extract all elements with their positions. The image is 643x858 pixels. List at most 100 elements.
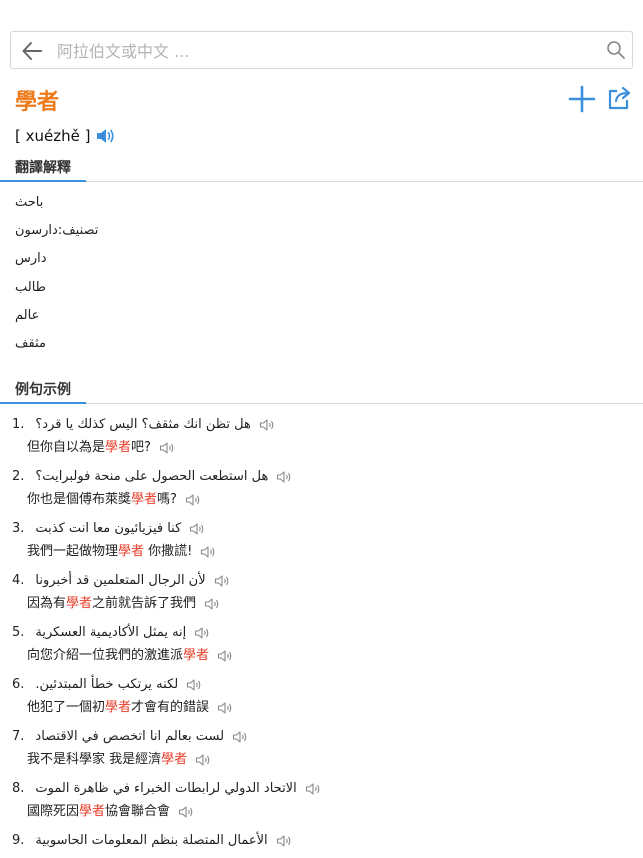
highlighted-term: 學者	[66, 596, 93, 611]
example-item: 4. لأن الرجال المتعلمين قد أخبرونا 因為有學者之前…	[12, 572, 230, 613]
speaker-icon[interactable]	[214, 574, 230, 588]
speaker-icon[interactable]	[95, 127, 115, 145]
headword: 學者	[15, 90, 60, 115]
speaker-icon[interactable]	[185, 493, 201, 507]
example-item: 2. هل استطعت الحصول على منحة فولبرايت؟ 你也是…	[12, 468, 292, 509]
section-underline	[0, 180, 86, 182]
example-number: 1.	[12, 417, 25, 432]
highlighted-term: 學者	[183, 648, 210, 663]
example-chinese-text: 向您介紹一位我們的激進派學者	[27, 647, 209, 665]
example-chinese-line: 因為有學者之前就告訴了我們	[27, 595, 230, 613]
example-item: 8. الاتحاد الدولي لرابطات الخبراء في ظاهر…	[12, 780, 321, 821]
chinese-text-part: 之前就告訴了我們	[92, 596, 197, 611]
share-icon[interactable]	[606, 85, 632, 111]
speaker-icon[interactable]	[159, 441, 175, 455]
speaker-icon[interactable]	[217, 649, 233, 663]
highlighted-term: 學者	[131, 492, 158, 507]
example-arabic-text: الاتحاد الدولي لرابطات الخبراء في ظاهرة …	[35, 781, 297, 796]
example-chinese-line: 我們一起做物理學者 你撒謊!	[27, 543, 216, 561]
example-chinese-text: 我不是科學家 我是經濟學者	[27, 751, 187, 769]
translation-item: عالم	[15, 307, 40, 323]
examples-section-header: 例句示例	[0, 379, 643, 404]
example-arabic-text: الأعمال المتصلة بنظم المعلومات الحاسوبية	[35, 833, 268, 848]
example-number: 3.	[12, 521, 25, 536]
example-arabic-line: 8. الاتحاد الدولي لرابطات الخبراء في ظاهر…	[12, 780, 321, 798]
example-arabic-line: 3. كنا فيزيائيون معا انت كذبت	[12, 520, 216, 538]
example-chinese-text: 但你自以為是學者吧?	[27, 439, 151, 457]
example-chinese-line: 我不是科學家 我是經濟學者	[27, 751, 248, 769]
highlighted-term: 學者	[105, 440, 132, 455]
chinese-text-part: 他犯了一個初	[27, 700, 106, 715]
example-number: 2.	[12, 469, 25, 484]
example-arabic-line: 6. لكنه يرتكب خطأ المبتدئين.	[12, 676, 233, 694]
example-number: 6.	[12, 677, 25, 692]
section-title: 翻譯解釋	[15, 160, 71, 176]
chinese-text-part: 國際死因	[27, 804, 80, 819]
example-chinese-line: 你也是個傅布萊獎學者嗎?	[27, 491, 292, 509]
pinyin: [ xuézhě ]	[15, 127, 91, 145]
example-item: 7. لست بعالم انا اتخصص في الاقتصاد 我不是科學家 …	[12, 728, 248, 769]
speaker-icon[interactable]	[178, 805, 194, 819]
search-bar	[10, 31, 633, 69]
example-chinese-text: 我們一起做物理學者 你撒謊!	[27, 543, 192, 561]
section-underline	[0, 402, 86, 404]
example-chinese-text: 你也是個傅布萊獎學者嗎?	[27, 491, 177, 509]
chinese-text-part: 向您介紹一位我們的激進派	[27, 648, 184, 663]
example-chinese-line: 國際死因學者協會聯合會	[27, 803, 321, 821]
translation-section-header: 翻譯解釋	[0, 157, 643, 182]
example-number: 4.	[12, 573, 25, 588]
example-arabic-text: هل تظن انك مثقف؟ اليس كذلك يا قرد؟	[35, 417, 251, 432]
speaker-icon[interactable]	[195, 753, 211, 767]
chinese-text-part: 嗎?	[157, 492, 177, 507]
example-arabic-line: 4. لأن الرجال المتعلمين قد أخبرونا	[12, 572, 230, 590]
highlighted-term: 學者	[105, 700, 132, 715]
chinese-text-part: 我不是科學家 我是經濟	[27, 752, 162, 767]
speaker-icon[interactable]	[217, 701, 233, 715]
pronunciation: [ xuézhě ]	[15, 127, 115, 145]
speaker-icon[interactable]	[276, 470, 292, 484]
example-number: 9.	[12, 833, 25, 848]
example-number: 5.	[12, 625, 25, 640]
translation-item: دارس	[15, 251, 47, 267]
speaker-icon[interactable]	[194, 626, 210, 640]
highlighted-term: 學者	[79, 804, 106, 819]
example-arabic-text: كنا فيزيائيون معا انت كذبت	[35, 521, 182, 536]
example-chinese-line: 他犯了一個初學者才會有的錯誤	[27, 699, 233, 717]
section-title: 例句示例	[15, 382, 71, 398]
example-arabic-line: 5. إنه يمثل الأكاديمية العسكرية	[12, 624, 233, 642]
example-item: 5. إنه يمثل الأكاديمية العسكرية 向您介紹一位我們的激…	[12, 624, 233, 665]
example-chinese-text: 國際死因學者協會聯合會	[27, 803, 170, 821]
chinese-text-part: 你撒謊!	[144, 544, 193, 559]
speaker-icon[interactable]	[305, 782, 321, 796]
speaker-icon[interactable]	[276, 834, 292, 848]
example-arabic-line: 9. الأعمال المتصلة بنظم المعلومات الحاسوب…	[12, 832, 292, 850]
arrow-left-icon[interactable]	[21, 40, 43, 62]
chinese-text-part: 協會聯合會	[105, 804, 171, 819]
example-arabic-text: لكنه يرتكب خطأ المبتدئين.	[35, 677, 179, 692]
plus-icon[interactable]	[568, 85, 596, 113]
speaker-icon[interactable]	[189, 522, 205, 536]
example-arabic-text: هل استطعت الحصول على منحة فولبرايت؟	[35, 469, 269, 484]
speaker-icon[interactable]	[259, 418, 275, 432]
example-arabic-text: لأن الرجال المتعلمين قد أخبرونا	[35, 573, 206, 588]
speaker-icon[interactable]	[200, 545, 216, 559]
example-chinese-line: 但你自以為是學者吧?	[27, 439, 275, 457]
speaker-icon[interactable]	[232, 730, 248, 744]
chinese-text-part: 你也是個傅布萊獎	[27, 492, 132, 507]
magnifier-icon[interactable]	[606, 40, 626, 60]
search-input[interactable]	[55, 37, 599, 65]
speaker-icon[interactable]	[186, 678, 202, 692]
example-arabic-text: لست بعالم انا اتخصص في الاقتصاد	[35, 729, 225, 744]
example-arabic-line: 1. هل تظن انك مثقف؟ اليس كذلك يا قرد؟	[12, 416, 275, 434]
example-item: 3. كنا فيزيائيون معا انت كذبت 我們一起做物理學者 你撒…	[12, 520, 216, 561]
example-number: 8.	[12, 781, 25, 796]
translation-item: مثقف	[15, 336, 46, 351]
highlighted-term: 學者	[161, 752, 188, 767]
speaker-icon[interactable]	[204, 597, 220, 611]
example-item: 9. الأعمال المتصلة بنظم المعلومات الحاسوب…	[12, 832, 292, 850]
highlighted-term: 學者	[118, 544, 145, 559]
translation-item: باحث	[15, 195, 44, 210]
example-item: 1. هل تظن انك مثقف؟ اليس كذلك يا قرد؟ 但你自以…	[12, 416, 275, 457]
chinese-text-part: 因為有	[27, 596, 67, 611]
chinese-text-part: 才會有的錯誤	[131, 700, 210, 715]
